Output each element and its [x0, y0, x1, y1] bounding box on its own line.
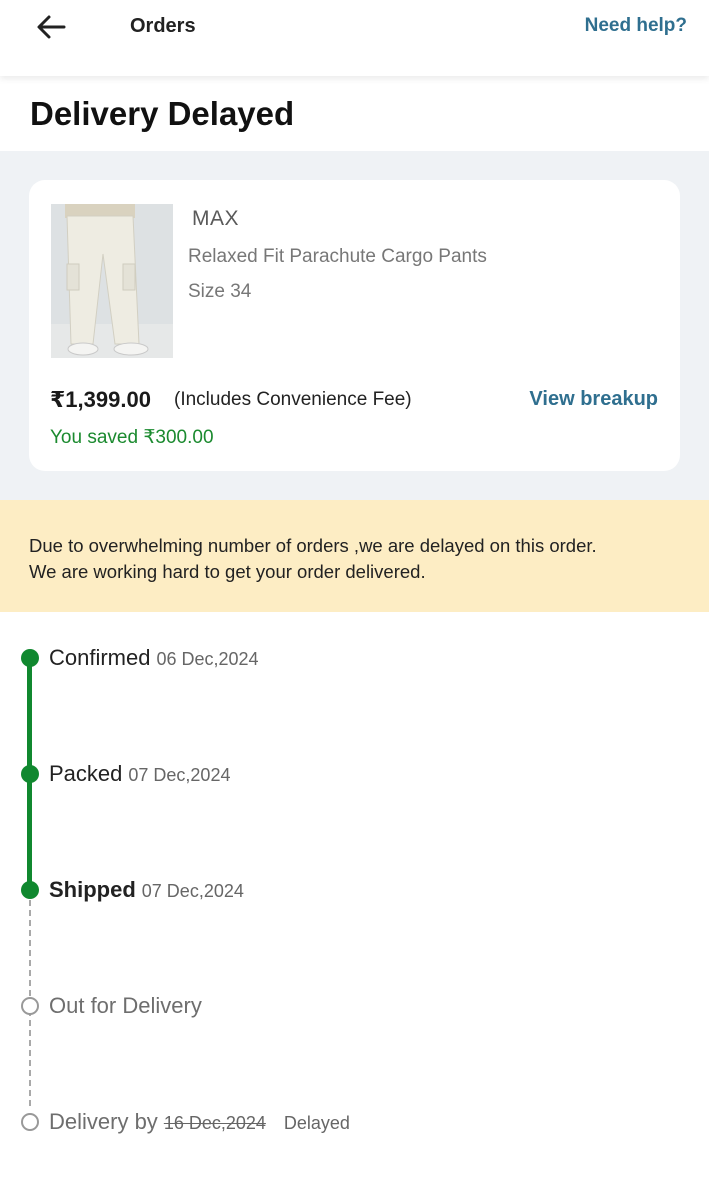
product-price: ₹1,399.00: [50, 387, 151, 412]
step-packed: Packed 07 Dec,2024: [49, 761, 230, 787]
step-packed-dot: [21, 765, 39, 783]
need-help-link[interactable]: Need help?: [585, 15, 687, 37]
product-size: Size 34: [188, 281, 252, 302]
product-brand: MAX: [192, 207, 240, 230]
step-label: Confirmed: [49, 645, 151, 670]
step-out-for-delivery: Out for Delivery: [49, 993, 202, 1019]
step-delivery-by: Delivery by 16 Dec,2024 Delayed: [49, 1109, 350, 1135]
step-date: 07 Dec,2024: [141, 881, 244, 901]
step-label: Shipped: [49, 877, 136, 902]
delay-notice-banner: Due to overwhelming number of orders ,we…: [0, 500, 709, 612]
notice-line-2: We are working hard to get your order de…: [29, 561, 426, 582]
step-out-for-delivery-dot: [21, 997, 39, 1015]
notice-line-1: Due to overwhelming number of orders ,we…: [29, 535, 597, 556]
step-date: 06 Dec,2024: [156, 649, 259, 669]
original-delivery-date: 16 Dec,2024: [163, 1113, 266, 1133]
top-app-bar: Orders Need help?: [0, 0, 709, 76]
step-delivery-dot: [21, 1113, 39, 1131]
product-section: MAX Relaxed Fit Parachute Cargo Pants Si…: [0, 151, 709, 500]
product-image[interactable]: [51, 204, 173, 358]
step-shipped-dot: [21, 881, 39, 899]
savings-text: You saved ₹300.00: [50, 427, 214, 448]
convenience-fee-note: (Includes Convenience Fee): [174, 389, 412, 410]
tracking-timeline: Confirmed 06 Dec,2024 Packed 07 Dec,2024 S…: [0, 612, 709, 1200]
order-status-title: Delivery Delayed: [30, 95, 295, 132]
step-label: Out for Delivery: [49, 993, 202, 1018]
step-date: 07 Dec,2024: [128, 765, 231, 785]
step-shipped: Shipped 07 Dec,2024: [49, 877, 244, 903]
back-arrow-icon[interactable]: [30, 8, 74, 48]
delayed-status-tag: Delayed: [283, 1113, 350, 1133]
step-confirmed: Confirmed 06 Dec,2024: [49, 645, 259, 671]
view-breakup-link[interactable]: View breakup: [529, 388, 658, 411]
step-confirmed-dot: [21, 649, 39, 667]
product-name: Relaxed Fit Parachute Cargo Pants: [188, 246, 487, 267]
product-card[interactable]: MAX Relaxed Fit Parachute Cargo Pants Si…: [29, 180, 680, 471]
page-title: Orders: [130, 15, 196, 37]
step-label: Packed: [49, 761, 123, 786]
step-label: Delivery by: [49, 1109, 158, 1134]
